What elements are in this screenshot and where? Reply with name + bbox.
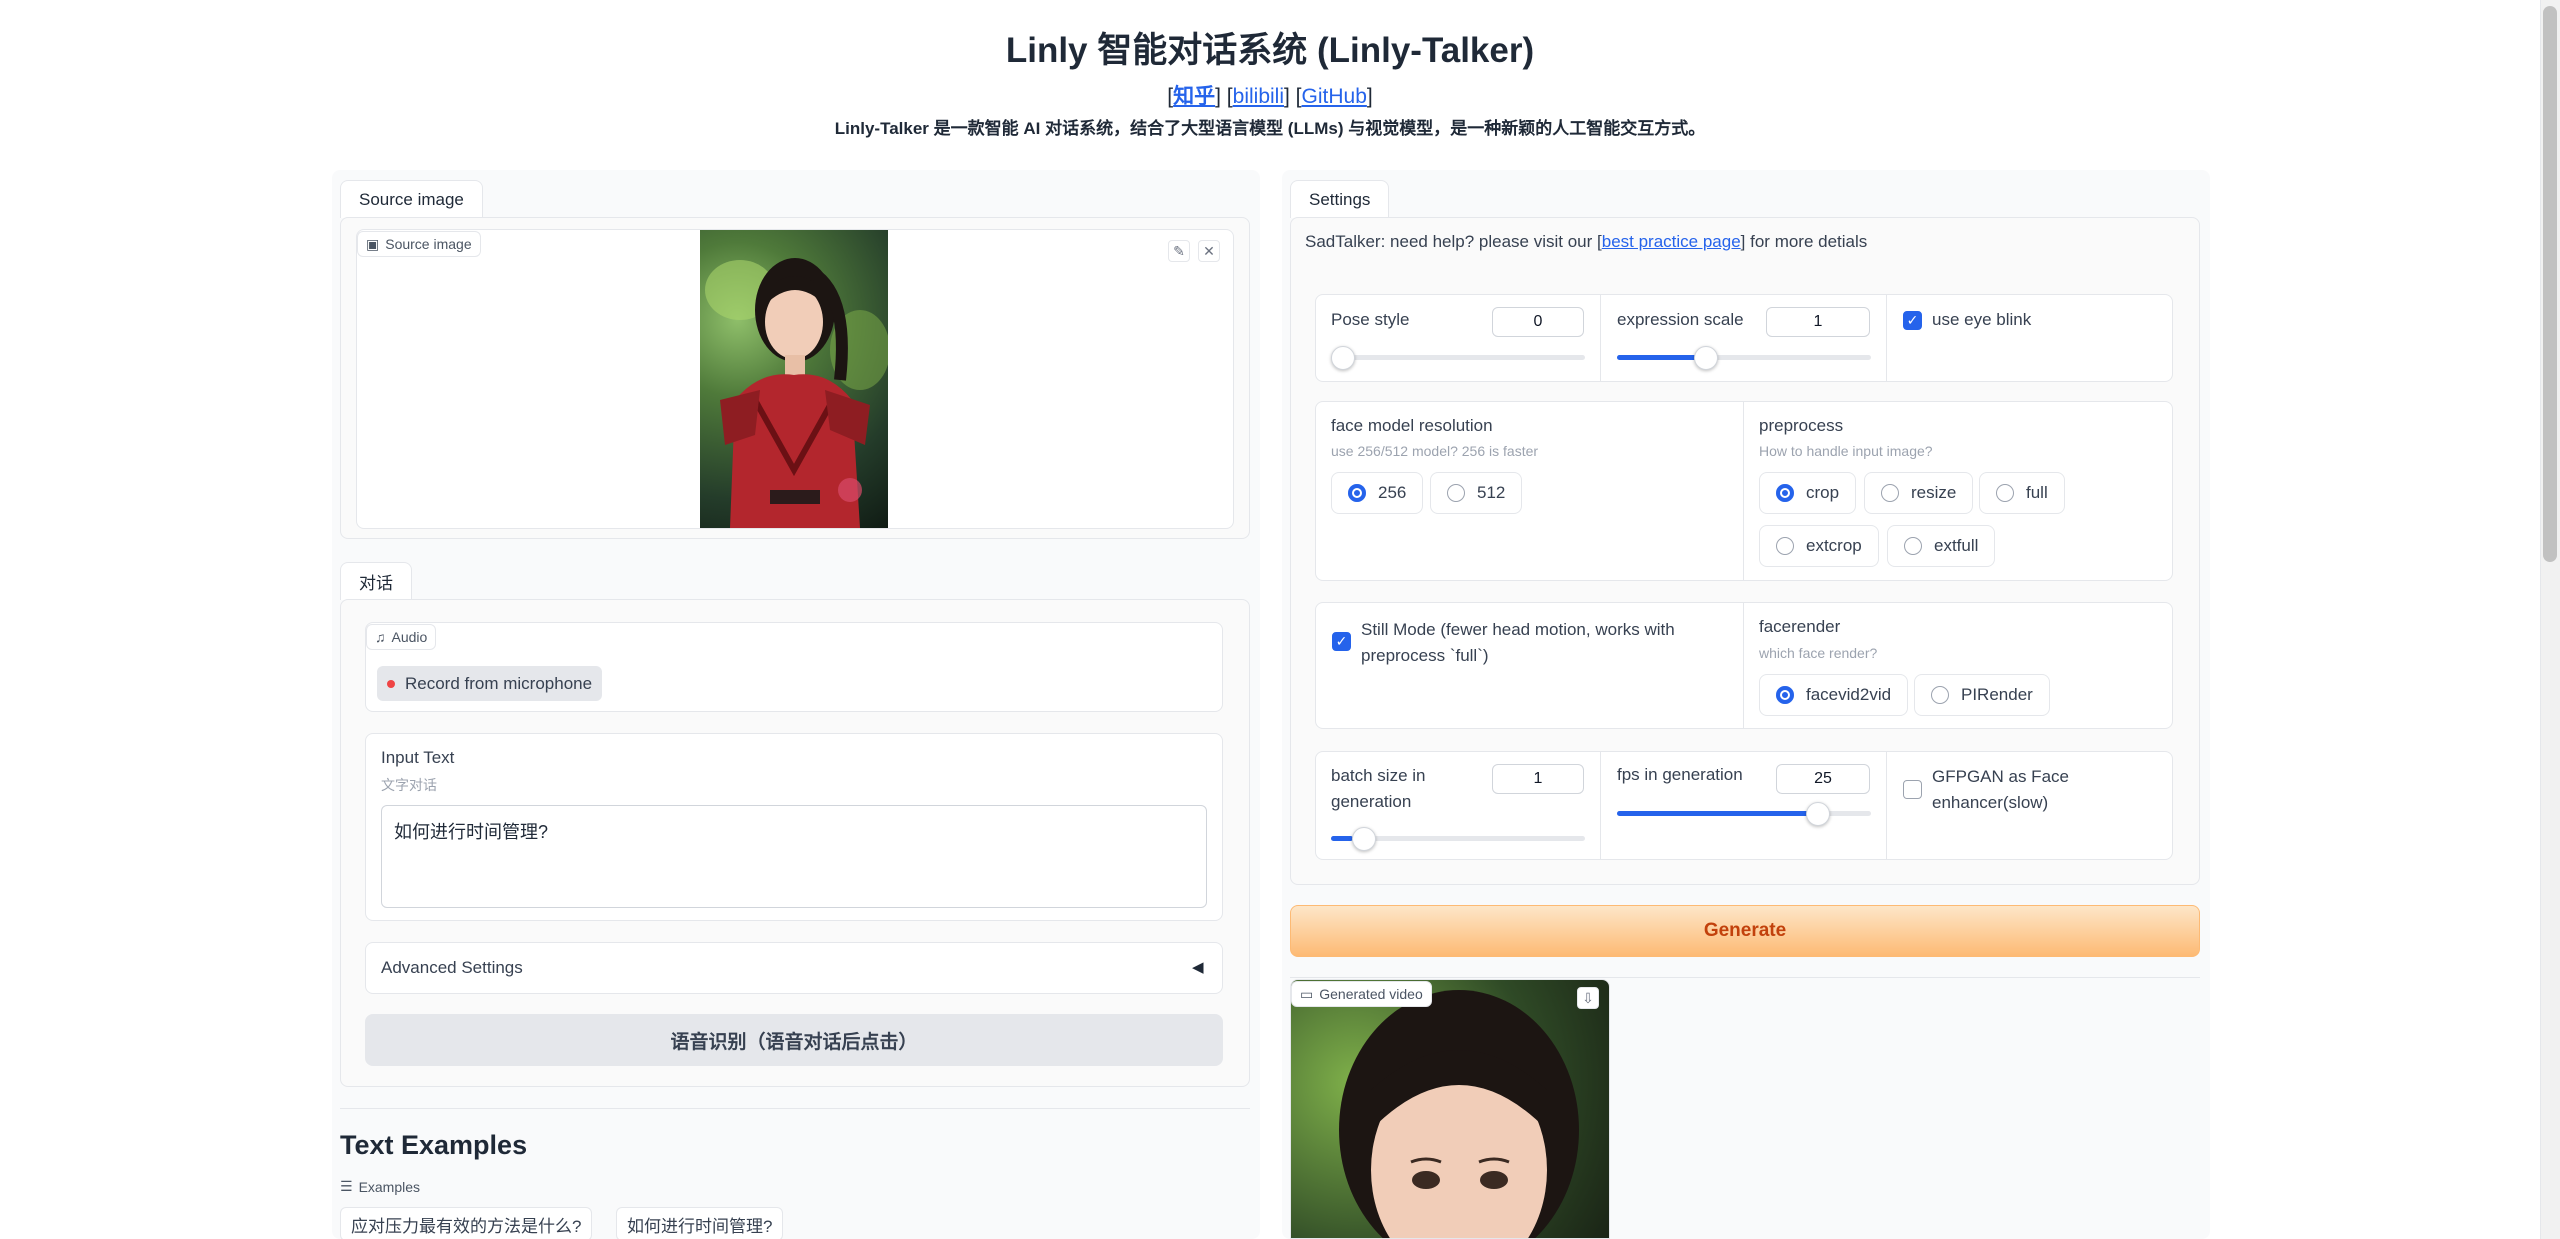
radio-pirender[interactable]: PIRender [1914, 674, 2050, 716]
input-textarea[interactable]: 如何进行时间管理? [381, 805, 1207, 908]
radio-512[interactable]: 512 [1430, 472, 1523, 514]
batch-size-label: batch size in generation [1331, 766, 1426, 811]
divider [1743, 603, 1744, 728]
radio-indicator [1904, 537, 1922, 555]
gfpgan-checkbox[interactable] [1903, 780, 1922, 799]
page-scrollbar-thumb[interactable] [2543, 6, 2557, 562]
face-res-label: face model resolution [1331, 416, 1493, 435]
example-item[interactable]: 如何进行时间管理? [616, 1207, 784, 1239]
eye-blink-label: use eye blink [1932, 310, 2032, 329]
header-links: [知乎] [bilibili] [GitHub] [1167, 85, 1373, 108]
source-image-chip: ▣ Source image [357, 231, 481, 257]
audio-chip: ♫ Audio [366, 624, 437, 650]
record-dot-icon [387, 679, 395, 688]
fps-slider-thumb[interactable] [1806, 802, 1830, 826]
divider [1600, 295, 1601, 381]
link-zhihu[interactable]: 知乎 [1173, 85, 1215, 108]
radio-indicator [1776, 484, 1794, 502]
preprocess-label: preprocess [1759, 416, 1844, 435]
image-icon: ▣ [366, 235, 380, 252]
video-icon: ▭ [1300, 985, 1314, 1002]
fps-input[interactable]: 25 [1776, 764, 1870, 794]
batch-size-slider-fill [1331, 836, 1353, 841]
radio-indicator [1348, 484, 1366, 502]
pose-style-input[interactable]: 0 [1492, 307, 1584, 337]
radio-extcrop[interactable]: extcrop [1759, 525, 1879, 567]
fps-slider-fill [1617, 811, 1817, 816]
fps-label: fps in generation [1617, 765, 1743, 784]
record-button[interactable]: Record from microphone [377, 666, 603, 701]
batch-size-input[interactable]: 1 [1492, 764, 1584, 794]
music-note-icon: ♫ [375, 629, 386, 645]
still-mode-label: Still Mode (fewer head motion, works wit… [1361, 620, 1675, 665]
batch-size-slider-thumb[interactable] [1352, 827, 1376, 851]
right-divider [1290, 977, 2200, 978]
radio-indicator [1776, 686, 1794, 704]
facerender-sublabel: which face render? [1759, 645, 1878, 661]
radio-full[interactable]: full [1979, 472, 2065, 514]
radio-indicator [1881, 484, 1899, 502]
gfpgan-label: GFPGAN as Face enhancer(slow) [1932, 767, 2069, 812]
left-divider [340, 1108, 1250, 1109]
page-description: Linly-Talker 是一款智能 AI 对话系统，结合了大型语言模型 (LL… [834, 119, 1706, 138]
edit-icon[interactable]: ✎ [1168, 240, 1190, 262]
divider [1600, 752, 1601, 859]
expression-scale-input[interactable]: 1 [1766, 307, 1870, 337]
asr-button[interactable]: 语音识别（语音对话后点击） [365, 1014, 1223, 1066]
link-bilibili[interactable]: bilibili [1233, 85, 1284, 108]
link-github[interactable]: GitHub [1302, 85, 1367, 108]
source-portrait-image [700, 230, 888, 528]
radio-indicator [1776, 537, 1794, 555]
video-frame-illustration [1339, 990, 1579, 1238]
pose-style-label: Pose style [1331, 310, 1410, 329]
radio-resize[interactable]: resize [1864, 472, 1974, 514]
radio-indicator [1447, 484, 1465, 502]
divider [1886, 295, 1887, 381]
help-text: SadTalker: need help? please visit our [… [1305, 232, 1868, 251]
pose-style-slider-track[interactable] [1331, 355, 1585, 360]
radio-facevid2vid[interactable]: facevid2vid [1759, 674, 1909, 716]
face-res-sublabel: use 256/512 model? 256 is faster [1331, 443, 1539, 459]
generate-button[interactable]: Generate [1290, 905, 2200, 957]
list-icon: ☰ [340, 1178, 353, 1194]
input-text-sublabel: 文字对话 [381, 777, 437, 793]
radio-256[interactable]: 256 [1331, 472, 1424, 514]
page-title: Linly 智能对话系统 (Linly-Talker) [1005, 31, 1535, 70]
input-text-label: Input Text [381, 748, 455, 767]
radio-extfull[interactable]: extfull [1887, 525, 1996, 567]
radio-crop[interactable]: crop [1759, 472, 1857, 514]
tab-settings[interactable]: Settings [1290, 180, 1390, 218]
examples-title: Text Examples [340, 1130, 528, 1160]
download-icon[interactable]: ⇩ [1577, 987, 1599, 1009]
caret-left-icon: ◀ [1192, 959, 1204, 976]
example-item[interactable]: 应对压力最有效的方法是什么? [340, 1207, 593, 1239]
generated-video[interactable] [1290, 979, 1610, 1239]
radio-indicator [1931, 686, 1949, 704]
best-practice-link[interactable]: best practice page [1602, 232, 1741, 251]
pose-style-slider-thumb[interactable] [1331, 346, 1355, 370]
tab-chat[interactable]: 对话 [340, 562, 412, 600]
divider [1886, 752, 1887, 859]
eye-blink-checkbox[interactable]: ✓ [1903, 311, 1922, 330]
tab-source-image[interactable]: Source image [340, 180, 483, 218]
still-mode-checkbox[interactable]: ✓ [1332, 632, 1351, 651]
radio-indicator [1996, 484, 2014, 502]
facerender-label: facerender [1759, 617, 1841, 636]
preprocess-sublabel: How to handle input image? [1759, 443, 1933, 459]
advanced-settings-label: Advanced Settings [381, 958, 523, 977]
divider [1743, 402, 1744, 580]
expression-scale-label: expression scale [1617, 310, 1744, 329]
generated-video-chip: ▭ Generated video [1291, 981, 1432, 1007]
close-icon[interactable]: ✕ [1198, 240, 1220, 262]
examples-chip: ☰ Examples [340, 1178, 421, 1195]
portrait-illustration [705, 258, 888, 528]
expression-scale-slider-thumb[interactable] [1694, 346, 1718, 370]
row-pose-expression [1315, 294, 2173, 382]
